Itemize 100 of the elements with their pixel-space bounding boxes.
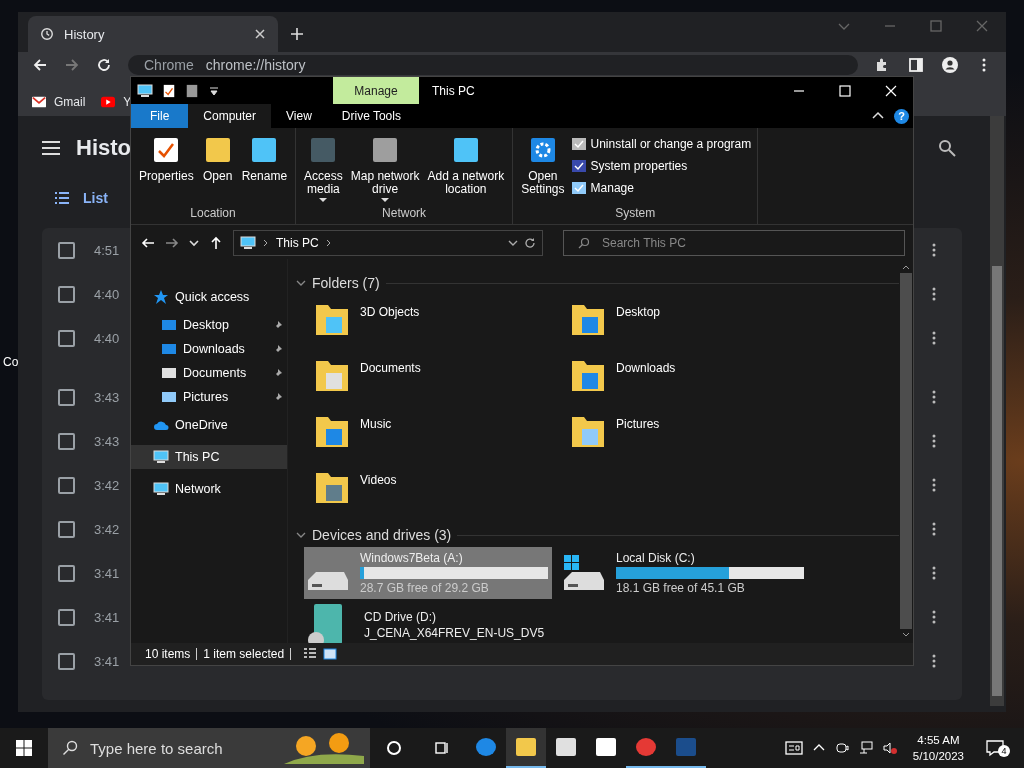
nav-item[interactable]: Documents	[131, 361, 287, 385]
visit-time: 3:42	[94, 521, 120, 537]
browser-tab[interactable]: History	[28, 16, 278, 52]
folder-item[interactable]: Music	[304, 407, 560, 463]
group-header[interactable]: Devices and drives (3)	[312, 527, 452, 543]
checkbox[interactable]	[58, 564, 75, 582]
search-box[interactable]: Search This PC	[563, 230, 905, 256]
details-view-icon[interactable]	[303, 647, 318, 661]
checkbox[interactable]	[58, 608, 75, 626]
folder-item[interactable]: Videos	[304, 463, 560, 519]
scroll-up-icon[interactable]	[902, 263, 910, 271]
group-header[interactable]: Folders (7)	[312, 275, 380, 291]
new-folder-icon[interactable]	[185, 83, 199, 98]
scroll-down-icon[interactable]	[902, 631, 910, 639]
checkbox[interactable]	[58, 652, 75, 670]
ribbon-button[interactable]: Uninstall or change a program	[570, 136, 752, 152]
checkbox[interactable]	[58, 432, 75, 450]
chevron-right-icon	[324, 239, 333, 247]
free-space-text: 18.1 GB free of 45.1 GB	[616, 581, 746, 595]
ribbon-button[interactable]: Open	[199, 134, 236, 206]
drive-item[interactable]: Local Disk (C:) 18.1 GB free of 45.1 GB	[560, 547, 808, 599]
back-arrow-icon[interactable]	[141, 236, 155, 250]
ribbon-button[interactable]: Manage	[570, 180, 752, 196]
collapse-chevron-icon[interactable]	[296, 530, 306, 540]
collapse-chevron-icon[interactable]	[296, 278, 306, 288]
windows-logo-icon	[564, 555, 579, 570]
large-icons-view-icon[interactable]	[323, 647, 338, 661]
scrollbar-thumb[interactable]	[900, 273, 912, 629]
taskbar-search-box[interactable]: Type here to search	[48, 728, 370, 768]
ribbon-button[interactable]: System properties	[570, 158, 752, 174]
ribbon-button[interactable]: Access media	[302, 134, 345, 206]
app-icon	[474, 735, 498, 759]
nav-item[interactable]: This PC	[131, 445, 287, 469]
manage-context-tab[interactable]: Manage	[333, 77, 419, 104]
address-bar[interactable]: Chrome chrome://history	[128, 55, 858, 75]
task-view-icon[interactable]	[434, 740, 450, 756]
list-tab[interactable]: List	[42, 184, 118, 212]
drive-item[interactable]: Windows7Beta (A:) 28.7 GB free of 29.2 GB	[304, 547, 552, 599]
nav-item[interactable]: OneDrive	[131, 413, 287, 437]
ribbon-button[interactable]: Open Settings	[519, 134, 567, 206]
ribbon-tab[interactable]: Computer	[188, 104, 272, 128]
chevron-down-icon[interactable]	[189, 238, 199, 248]
webcam-icon[interactable]	[834, 741, 849, 755]
news-icon[interactable]	[784, 739, 803, 757]
search-input[interactable]: Search This PC	[600, 235, 890, 251]
help-icon[interactable]: ?	[894, 108, 909, 124]
clock[interactable]: 4:55 AM 5/10/2023	[906, 732, 970, 764]
notification-center[interactable]: 4	[980, 735, 1016, 761]
taskbar-search-input[interactable]: Type here to search	[88, 738, 262, 758]
ribbon-tab[interactable]: View	[271, 104, 327, 128]
back-arrow-icon[interactable]	[32, 57, 48, 73]
start-icon[interactable]	[16, 740, 32, 756]
nav-item[interactable]: Network	[131, 477, 287, 501]
nav-item[interactable]: Pictures	[131, 385, 287, 409]
folder-item[interactable]: Documents	[304, 351, 560, 407]
ribbon-tab[interactable]: File	[131, 104, 189, 128]
customize-caret-icon[interactable]	[208, 84, 220, 97]
profile-icon[interactable]	[942, 57, 958, 73]
checkbox[interactable]	[58, 285, 75, 303]
cortana-circle-icon[interactable]	[386, 740, 402, 756]
site-label: Chrome	[144, 57, 194, 73]
nav-item[interactable]: Downloads	[131, 337, 287, 361]
refresh-icon[interactable]	[524, 237, 536, 249]
breadcrumb[interactable]: This PC	[276, 236, 319, 250]
forward-arrow-icon[interactable]	[64, 57, 80, 73]
checkbox[interactable]	[58, 520, 75, 538]
new-tab-icon[interactable]	[290, 27, 304, 41]
reload-icon[interactable]	[96, 57, 112, 73]
ribbon-button[interactable]: Rename	[239, 134, 290, 206]
desktop-icon-label: Co	[3, 355, 19, 369]
checkbox[interactable]	[58, 388, 75, 406]
checkbox[interactable]	[58, 241, 75, 259]
menu-icon[interactable]	[42, 139, 60, 157]
checkbox[interactable]	[58, 476, 75, 494]
window-title: This PC	[432, 83, 475, 98]
search-icon[interactable]	[938, 139, 956, 157]
address-field[interactable]: This PC	[233, 230, 543, 256]
nav-item[interactable]: Desktop	[131, 313, 287, 337]
folder-item[interactable]: Desktop	[560, 295, 816, 351]
volume-muted-icon[interactable]	[882, 741, 897, 755]
taskbar-app[interactable]	[506, 728, 546, 768]
bookmark-link[interactable]: Gmail	[32, 95, 86, 109]
folder-item[interactable]: Pictures	[560, 407, 816, 463]
ribbon-button[interactable]: Map network drive	[348, 134, 422, 206]
chevron-down-icon[interactable]	[508, 238, 518, 248]
drive-item[interactable]: CD Drive (D:) J_CENA_X64FREV_EN-US_DV5	[304, 599, 552, 643]
checkbox[interactable]	[58, 329, 75, 347]
folder-item[interactable]: Downloads	[560, 351, 816, 407]
up-arrow-icon[interactable]	[209, 236, 223, 250]
ribbon-tab[interactable]: Drive Tools	[326, 104, 416, 128]
side-panel-icon[interactable]	[908, 57, 924, 73]
network-icon[interactable]	[858, 741, 873, 755]
folder-item[interactable]: 3D Objects	[304, 295, 560, 351]
ribbon-button[interactable]: Properties	[137, 134, 196, 206]
ribbon-button[interactable]: Add a network location	[425, 134, 507, 206]
properties-icon[interactable]	[162, 83, 176, 98]
scrollbar[interactable]	[990, 116, 1004, 706]
scrollbar-thumb[interactable]	[992, 266, 1002, 696]
forward-arrow-icon[interactable]	[165, 236, 179, 250]
nav-item[interactable]: Quick access	[131, 285, 287, 309]
